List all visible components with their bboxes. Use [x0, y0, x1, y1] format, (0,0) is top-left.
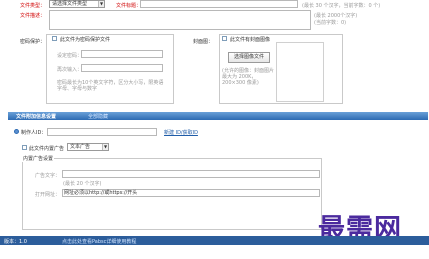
author-id-label: 制作人ID：: [21, 130, 47, 136]
ad-text-hint: (最长 20 个汉字): [63, 181, 102, 187]
extra-info-header: 文件附加信息设置 全部隐藏: [8, 112, 428, 120]
password-set-input[interactable]: [81, 50, 163, 58]
cover-checkbox-label: 此文件有封面图像: [230, 37, 271, 43]
hide-all-link[interactable]: 全部隐藏: [88, 113, 108, 120]
cover-note: (允许的图像：封面图片最大为 200K，200×300 像素): [222, 68, 274, 86]
ad-type-select[interactable]: 文本广告 ▼: [67, 143, 109, 151]
file-desc-hint-count: (当前字数：0): [314, 20, 347, 26]
ad-checkbox[interactable]: [22, 145, 27, 150]
ad-text-label: 广告文字：: [35, 173, 61, 179]
password-protect-label: 此文件为密码保护文件: [60, 37, 111, 43]
ad-settings-title: 内置广告设置: [22, 155, 55, 162]
file-title-hint: (最长 30 个汉字，当前字数：0 个): [302, 3, 381, 9]
file-title-label: 文件标题：: [116, 3, 142, 9]
extra-info-title: 文件附加信息设置: [16, 114, 57, 120]
file-title-input[interactable]: [140, 0, 298, 8]
file-desc-label: 文件描述：: [20, 13, 46, 19]
password-set-label: 设定密码：: [57, 53, 83, 59]
password-repeat-label: 再次输入：: [57, 67, 83, 73]
file-type-label: 文件类型：: [20, 3, 46, 9]
ad-checkbox-label: 此文件内置广告: [29, 146, 65, 152]
ad-text-input[interactable]: [62, 170, 320, 178]
file-desc-hint-max: (最长 2000个汉字): [314, 13, 358, 19]
cover-preview: [276, 42, 324, 102]
ad-url-label: 打开网址：: [35, 192, 61, 198]
get-id-link[interactable]: 新建 ID/获取ID: [164, 129, 198, 136]
user-icon: [14, 129, 19, 134]
password-repeat-input[interactable]: [81, 64, 163, 72]
ad-url-input[interactable]: 网址必须以http://或https://开头: [62, 189, 320, 197]
tutorial-link[interactable]: 点击此处查看Pabsc详细使用教程: [62, 238, 136, 245]
file-type-value: 请选择文件类型: [52, 1, 88, 7]
chevron-down-icon: ▼: [102, 144, 108, 150]
file-desc-textarea[interactable]: [49, 10, 311, 30]
choose-image-button[interactable]: 选择图像文件: [228, 52, 270, 63]
version-text: 版本：1.0: [4, 239, 27, 245]
author-id-input[interactable]: [47, 128, 157, 136]
password-section-label: 密码保护：: [20, 39, 46, 45]
password-note: 密码最长为10个英文字符，区分大小写，限英语字母、字母与数字: [57, 80, 164, 92]
ad-url-value: 网址必须以http://或https://开头: [64, 190, 138, 196]
chevron-down-icon: ▼: [98, 1, 104, 7]
cover-checkbox[interactable]: [222, 36, 227, 41]
cover-section-label: 封面图：: [193, 39, 214, 45]
password-protect-checkbox[interactable]: [52, 36, 57, 41]
status-bar: 版本：1.0 点击此处查看Pabsc详细使用教程: [0, 236, 429, 245]
ad-type-value: 文本广告: [70, 144, 91, 150]
file-type-select[interactable]: 请选择文件类型 ▼: [49, 0, 105, 8]
